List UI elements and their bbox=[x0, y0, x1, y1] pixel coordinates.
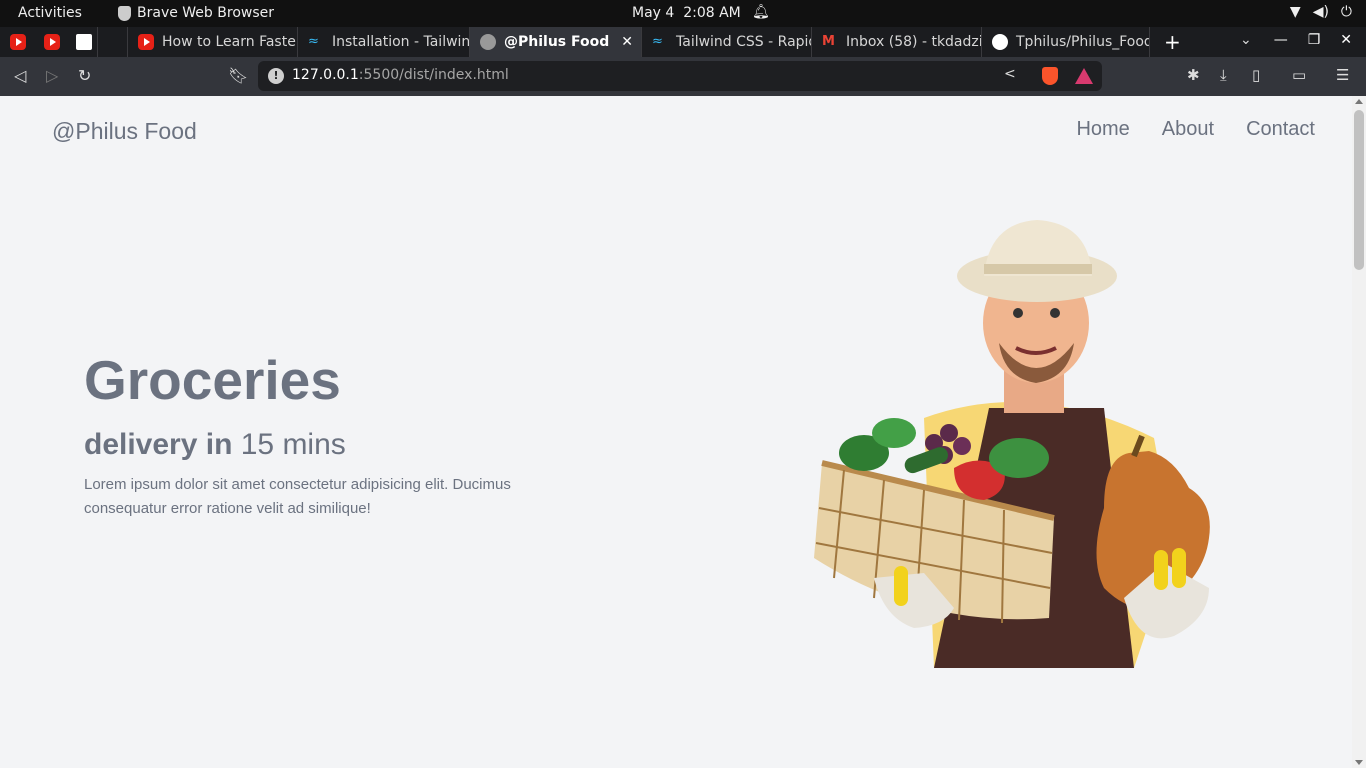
tailwind-icon: ≈ bbox=[308, 34, 319, 49]
time: 2:08 AM bbox=[683, 5, 741, 21]
tab-label: How to Learn Faster bbox=[162, 34, 298, 50]
volume-icon: ◀) bbox=[1312, 4, 1329, 20]
app-name: Brave Web Browser bbox=[137, 5, 274, 21]
tab-label: @Philus Food bbox=[504, 34, 610, 50]
scroll-up-icon[interactable] bbox=[1355, 99, 1363, 104]
scrollbar-thumb[interactable] bbox=[1354, 110, 1364, 270]
url-path: :5500/dist/index.html bbox=[358, 67, 509, 83]
hero-title: Groceries bbox=[84, 349, 341, 411]
close-tab-icon[interactable]: ✕ bbox=[621, 34, 633, 50]
wallet-icon[interactable]: ▭ bbox=[1292, 66, 1306, 84]
tab-youtube-pinned-1[interactable] bbox=[0, 27, 34, 57]
tab-tailwind-css[interactable]: ≈ Tailwind CSS - Rapid bbox=[642, 27, 812, 57]
tab-document-pinned[interactable] bbox=[66, 27, 98, 57]
youtube-icon bbox=[44, 34, 60, 50]
downloads-icon[interactable]: ⤓ bbox=[1220, 66, 1227, 84]
nav-home[interactable]: Home bbox=[1076, 118, 1129, 141]
site-info-icon[interactable]: ! bbox=[268, 68, 284, 84]
scroll-down-icon[interactable] bbox=[1355, 760, 1363, 765]
maximize-window-icon[interactable]: ❐ bbox=[1308, 32, 1321, 48]
sidebar-icon[interactable]: ▯ bbox=[1252, 66, 1260, 84]
tab-label: Tailwind CSS - Rapid bbox=[676, 34, 812, 50]
tab-label: Installation - Tailwind bbox=[332, 34, 470, 50]
hero-subtitle: delivery in 15 mins bbox=[84, 428, 346, 462]
power-icon: ⏻ bbox=[1340, 4, 1352, 20]
tab-philus-food[interactable]: @Philus Food ✕ bbox=[470, 27, 642, 57]
github-icon bbox=[992, 34, 1008, 50]
tailwind-icon: ≈ bbox=[652, 34, 663, 49]
system-tray[interactable]: ▼ ◀) ⏻ bbox=[1290, 4, 1352, 20]
nav-contact[interactable]: Contact bbox=[1246, 118, 1315, 141]
reload-icon[interactable]: ↻ bbox=[78, 66, 91, 85]
clock[interactable]: May 4 2:08 AM bbox=[632, 5, 741, 21]
app-menu[interactable]: Brave Web Browser bbox=[118, 5, 274, 21]
menu-icon[interactable]: ☰ bbox=[1336, 66, 1349, 84]
site-nav: Home About Contact bbox=[1076, 118, 1315, 141]
brave-lion-icon bbox=[118, 5, 131, 21]
nav-about[interactable]: About bbox=[1162, 118, 1214, 141]
notification-bell-icon[interactable]: 🔔︎ bbox=[752, 4, 770, 20]
brave-shields-icon[interactable] bbox=[1042, 67, 1058, 85]
farmer-with-vegetables-image bbox=[814, 220, 1210, 668]
new-tab-button[interactable]: + bbox=[1164, 30, 1181, 54]
brave-rewards-icon[interactable] bbox=[1075, 68, 1093, 84]
hero-subtitle-bold: delivery in bbox=[84, 428, 233, 461]
forward-icon[interactable]: ▷ bbox=[46, 66, 58, 85]
url-text[interactable]: 127.0.0.1:5500/dist/index.html bbox=[292, 67, 509, 83]
document-icon bbox=[76, 34, 92, 50]
browser-toolbar: ◁ ▷ ↻ 🔖︎ ! 127.0.0.1:5500/dist/index.htm… bbox=[0, 57, 1366, 96]
tab-label: Tphilus/Philus_Food bbox=[1016, 34, 1150, 50]
tab-gmail-inbox[interactable]: M Inbox (58) - tkdadzie bbox=[812, 27, 982, 57]
globe-icon bbox=[480, 34, 496, 50]
site-brand[interactable]: @Philus Food bbox=[52, 118, 197, 145]
youtube-icon bbox=[138, 34, 154, 50]
back-icon[interactable]: ◁ bbox=[14, 66, 26, 85]
system-top-bar: Activities Brave Web Browser May 4 2:08 … bbox=[0, 0, 1366, 27]
hero-description: Lorem ipsum dolor sit amet consectetur a… bbox=[84, 476, 511, 517]
minimize-window-icon[interactable]: — bbox=[1274, 32, 1288, 48]
tab-list-chevron-icon[interactable]: ⌄ bbox=[1240, 32, 1252, 48]
wifi-icon: ▼ bbox=[1289, 4, 1301, 20]
tab-how-to-learn-faster[interactable]: How to Learn Faster bbox=[128, 27, 298, 57]
youtube-icon bbox=[10, 34, 26, 50]
address-bar[interactable]: ! 127.0.0.1:5500/dist/index.html < bbox=[258, 61, 1102, 91]
activities-button[interactable]: Activities bbox=[18, 5, 82, 21]
url-host: 127.0.0.1 bbox=[292, 67, 359, 83]
page-viewport: @Philus Food Home About Contact Grocerie… bbox=[0, 96, 1352, 768]
close-window-icon[interactable]: ✕ bbox=[1340, 32, 1352, 48]
tab-youtube-pinned-2[interactable] bbox=[34, 27, 66, 57]
extensions-icon[interactable]: ✱ bbox=[1187, 66, 1200, 84]
tab-label: Inbox (58) - tkdadzie bbox=[846, 34, 982, 50]
gmail-icon: M bbox=[822, 34, 835, 49]
share-icon[interactable]: < bbox=[1004, 66, 1016, 82]
tab-blank-pinned[interactable] bbox=[98, 27, 128, 57]
tab-tailwind-installation[interactable]: ≈ Installation - Tailwind bbox=[298, 27, 470, 57]
date: May 4 bbox=[632, 5, 675, 21]
tab-github-repo[interactable]: Tphilus/Philus_Food bbox=[982, 27, 1150, 57]
tab-strip: How to Learn Faster ≈ Installation - Tail… bbox=[0, 27, 1366, 57]
page-scrollbar[interactable] bbox=[1352, 96, 1366, 768]
bookmark-icon[interactable]: 🔖︎ bbox=[228, 66, 248, 85]
hero-subtitle-rest: 15 mins bbox=[232, 428, 346, 461]
